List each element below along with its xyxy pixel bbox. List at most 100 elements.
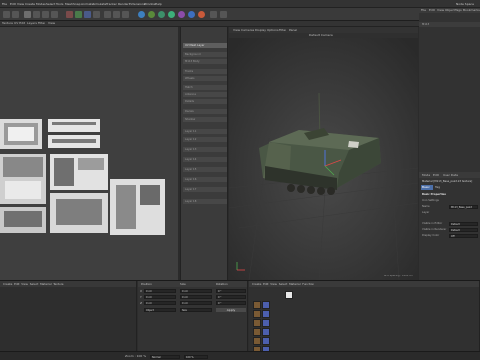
subtool-texture[interactable]: Texture bbox=[2, 22, 13, 25]
render-settings-icon[interactable] bbox=[122, 11, 129, 18]
size-z-field[interactable]: 0 cm bbox=[180, 301, 212, 305]
layer-item[interactable]: Layer 17 bbox=[183, 187, 227, 192]
menu-item-mesh[interactable]: Mesh bbox=[65, 2, 73, 6]
floor-icon[interactable] bbox=[198, 11, 205, 18]
select-icon[interactable] bbox=[24, 11, 31, 18]
viewport-menu-filter[interactable]: Filter bbox=[279, 29, 286, 32]
apply-button[interactable]: Apply bbox=[216, 308, 246, 312]
attr-tab-user-data[interactable]: User Data bbox=[443, 174, 458, 177]
menu-item-file[interactable]: File bbox=[2, 2, 7, 6]
size-x-field[interactable]: 0 cm bbox=[180, 289, 212, 293]
tab-edit[interactable]: Edit bbox=[429, 9, 435, 12]
material-thumbnail[interactable] bbox=[253, 301, 261, 309]
material-thumbnail[interactable] bbox=[262, 337, 270, 345]
blend-mode-select[interactable]: Normal bbox=[150, 354, 180, 359]
viewport-menu-options[interactable]: Options bbox=[267, 29, 279, 32]
menu-item-view[interactable]: View bbox=[17, 2, 24, 6]
material-tab-select[interactable]: Select bbox=[30, 282, 39, 286]
menu-item-select[interactable]: Select bbox=[46, 2, 55, 6]
material-tab-create[interactable]: Create bbox=[3, 282, 12, 286]
layer-manager[interactable]: Create Edit View Select Material Functio… bbox=[249, 281, 480, 360]
light-icon[interactable] bbox=[220, 11, 227, 18]
material-tab-edit[interactable]: Edit bbox=[14, 282, 19, 286]
menu-item-help[interactable]: Help bbox=[155, 2, 162, 6]
material-thumbnail[interactable] bbox=[262, 301, 270, 309]
size-y-field[interactable]: 0 cm bbox=[180, 295, 212, 299]
menu-item-simulate[interactable]: Simulate bbox=[93, 2, 106, 6]
material-manager[interactable]: Create Edit View Select Material Texture bbox=[0, 281, 137, 360]
material-thumbnail[interactable] bbox=[262, 328, 270, 336]
world-icon[interactable] bbox=[93, 11, 100, 18]
material-tab-material[interactable]: Material bbox=[40, 282, 51, 286]
menu-item-create[interactable]: Create bbox=[25, 2, 35, 6]
z-axis-icon[interactable] bbox=[84, 11, 91, 18]
layer-tab-view[interactable]: View bbox=[270, 282, 277, 286]
rotate-icon[interactable] bbox=[51, 11, 58, 18]
x-axis-icon[interactable] bbox=[66, 11, 73, 18]
icon-settings-label[interactable]: Icon Settings bbox=[419, 198, 480, 203]
layer-item[interactable]: M113 Body bbox=[183, 59, 227, 64]
render-view-icon[interactable] bbox=[104, 11, 111, 18]
field-icon[interactable] bbox=[178, 11, 185, 18]
render-icon[interactable] bbox=[113, 11, 120, 18]
object-row[interactable]: M113 bbox=[419, 22, 480, 27]
layer-item[interactable]: Details bbox=[183, 99, 227, 104]
menu-item-render[interactable]: Render bbox=[118, 2, 129, 6]
menu-item-snap[interactable]: Snap bbox=[73, 2, 81, 6]
visible-renderer-select[interactable]: Default bbox=[449, 227, 478, 232]
viewport-menu-panel[interactable]: Panel bbox=[289, 29, 297, 32]
name-field[interactable]: M113_Base_paint bbox=[449, 204, 478, 209]
subtab-basic[interactable]: Basic bbox=[421, 185, 433, 190]
layer-tab-material[interactable]: Material bbox=[289, 282, 300, 286]
material-thumbnail[interactable] bbox=[262, 310, 270, 318]
viewport-menu-view[interactable]: View bbox=[233, 29, 240, 32]
move-icon[interactable] bbox=[33, 11, 40, 18]
layer-item[interactable]: Shadow bbox=[183, 117, 227, 122]
viewport-menu-cameras[interactable]: Cameras bbox=[241, 29, 254, 32]
layer-item[interactable]: Antenna bbox=[183, 92, 227, 97]
attr-tab-mode[interactable]: Mode bbox=[422, 174, 430, 177]
menu-item-tracker[interactable]: Tracker bbox=[106, 2, 117, 6]
display-color-select[interactable]: Off bbox=[449, 233, 478, 238]
material-thumbnail[interactable] bbox=[253, 337, 261, 345]
material-tab-texture[interactable]: Texture bbox=[53, 282, 63, 286]
tab-bookmarks[interactable]: Bookmarks bbox=[463, 9, 480, 12]
material-thumbnail[interactable] bbox=[253, 310, 261, 318]
layer-item[interactable]: Layer 14 bbox=[183, 157, 227, 162]
rotation-b-field[interactable]: 0 ° bbox=[216, 301, 246, 305]
layer-item[interactable]: Layer 15 bbox=[183, 167, 227, 172]
layer-item[interactable]: Wheels bbox=[183, 76, 227, 81]
rotation-h-field[interactable]: 0 ° bbox=[216, 289, 246, 293]
subdivision-icon[interactable] bbox=[158, 11, 165, 18]
cube-icon[interactable] bbox=[138, 11, 145, 18]
layer-item[interactable]: Layer 18 bbox=[183, 199, 227, 204]
layer-item[interactable]: Layer 11 bbox=[183, 129, 227, 134]
subtool-view[interactable]: View bbox=[48, 22, 55, 25]
material-thumbnail[interactable] bbox=[262, 319, 270, 327]
tab-object[interactable]: Object bbox=[445, 9, 455, 12]
subtool-layers[interactable]: Layers bbox=[27, 22, 37, 25]
position-y-field[interactable]: 0 cm bbox=[144, 295, 176, 299]
layer-item[interactable]: Layer 13 bbox=[183, 147, 227, 152]
layer-tab-create[interactable]: Create bbox=[252, 282, 261, 286]
menu-item-modes[interactable]: Modes bbox=[36, 2, 46, 6]
layer-item[interactable]: Hatch bbox=[183, 85, 227, 90]
redo-icon[interactable] bbox=[12, 11, 19, 18]
tab-file[interactable]: File bbox=[421, 9, 426, 12]
rotation-p-field[interactable]: 0 ° bbox=[216, 295, 246, 299]
attr-tab-edit[interactable]: Edit bbox=[433, 174, 439, 177]
perspective-viewport[interactable]: View Cameras Display Options Filter Pane… bbox=[229, 27, 418, 280]
material-thumbnail[interactable] bbox=[253, 328, 261, 336]
layer-item[interactable]: UV Mesh Layer bbox=[183, 43, 227, 48]
menu-item-tools[interactable]: Tools bbox=[56, 2, 63, 6]
array-icon[interactable] bbox=[168, 11, 175, 18]
scale-icon[interactable] bbox=[42, 11, 49, 18]
y-axis-icon[interactable] bbox=[75, 11, 82, 18]
opacity-field[interactable]: 100 % bbox=[184, 354, 208, 359]
material-thumbnail[interactable] bbox=[285, 291, 293, 299]
material-tab-view[interactable]: View bbox=[21, 282, 28, 286]
coordinate-mode-select[interactable]: Object bbox=[144, 308, 176, 312]
menu-item-edit[interactable]: Edit bbox=[10, 2, 16, 6]
menu-item-animate[interactable]: Animate bbox=[81, 2, 94, 6]
layer-item[interactable]: Tracks bbox=[183, 69, 227, 74]
